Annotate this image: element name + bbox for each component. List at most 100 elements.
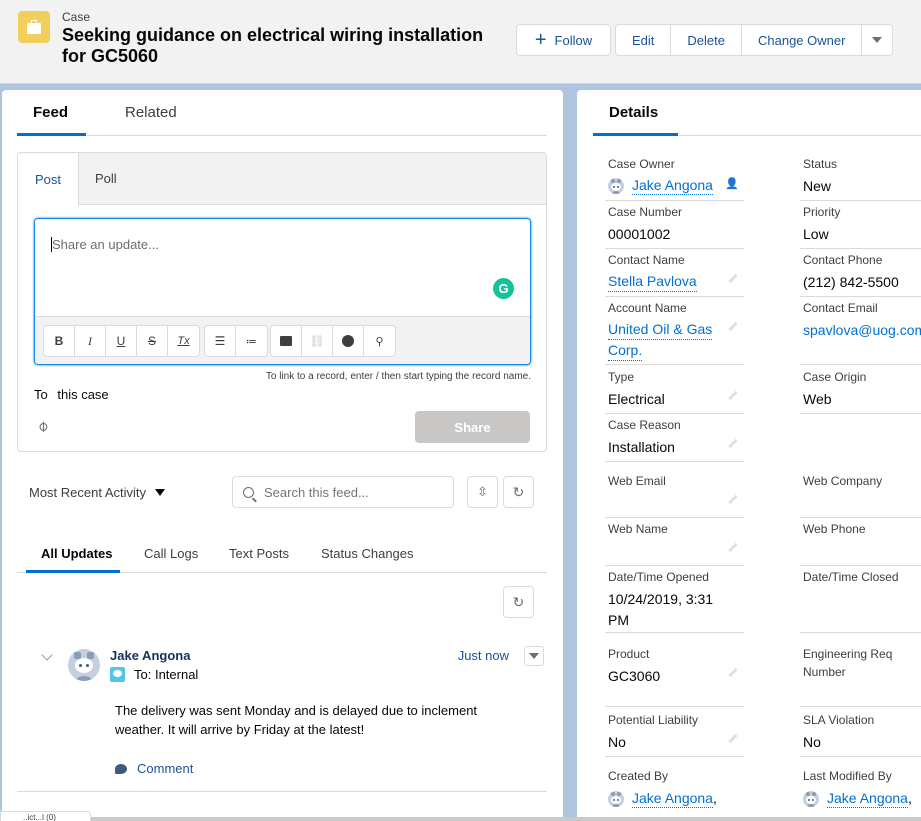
case-owner-link[interactable]: Jake Angona <box>632 176 713 195</box>
field-web-name: Web Name <box>605 522 744 566</box>
field-date-closed: Date/Time Closed <box>800 570 921 633</box>
emoji-icon <box>342 335 354 347</box>
insert-image-button[interactable] <box>271 326 302 356</box>
edit-pencil-icon[interactable] <box>728 273 738 284</box>
sort-dropdown[interactable]: Most Recent Activity <box>29 485 166 500</box>
utility-bar-tab[interactable]: ..ict...l (0) <box>0 811 91 821</box>
mention-button[interactable]: ⚲ <box>364 326 395 356</box>
dropdown-arrow-icon <box>155 489 166 496</box>
post-editor[interactable]: Share an update... G B I U S Tx ☰ ≔ ⛓ ⚲ <box>34 218 531 365</box>
edit-pencil-icon[interactable] <box>728 438 738 449</box>
last-modified-by-value: Jake Angona , <box>803 788 912 809</box>
chevron-down-icon <box>872 37 883 43</box>
created-by-link[interactable]: Jake Angona <box>632 789 713 808</box>
field-label: Case Reason <box>608 418 681 432</box>
contact-name-link[interactable]: Stella Pavlova <box>608 272 697 292</box>
field-label: Web Name <box>608 522 668 536</box>
field-value: Web <box>803 391 832 407</box>
plus-icon: + <box>534 29 547 51</box>
bold-button[interactable]: B <box>44 326 75 356</box>
account-name-link-cont[interactable]: Corp. <box>608 341 643 361</box>
field-label: Web Phone <box>803 522 866 536</box>
feed-filter-tabs: All Updates Call Logs Text Posts Status … <box>17 540 547 573</box>
more-actions-button[interactable] <box>862 25 892 55</box>
edit-pencil-icon[interactable] <box>728 321 738 332</box>
edit-button[interactable]: Edit <box>616 25 672 55</box>
field-label: Case Origin <box>803 370 867 384</box>
tab-all-updates[interactable]: All Updates <box>41 546 113 561</box>
tab-details[interactable]: Details <box>609 104 658 121</box>
numbered-list-button[interactable]: ≔ <box>236 326 267 356</box>
italic-button[interactable]: I <box>75 326 106 356</box>
to-value: this case <box>57 387 109 402</box>
field-contact-email: Contact Email spavlova@uog.com <box>800 301 921 365</box>
tab-call-logs[interactable]: Call Logs <box>144 546 198 561</box>
field-value: 10/24/2019, 3:31 <box>608 591 714 607</box>
field-case-reason: Case Reason Installation <box>605 418 744 462</box>
field-label: Created By <box>608 769 669 783</box>
follow-label: Follow <box>554 32 593 48</box>
field-case-number: Case Number 00001002 <box>605 205 744 249</box>
attach-file-icon[interactable]: ⌀ <box>33 416 52 435</box>
field-label: Web Company <box>803 474 883 488</box>
post-author[interactable]: Jake Angona <box>110 648 190 663</box>
follow-button[interactable]: + Follow <box>516 24 611 56</box>
avatar <box>803 790 819 807</box>
feed-search[interactable] <box>232 476 454 508</box>
collapse-chevron-icon[interactable] <box>41 649 53 661</box>
comment-icon <box>115 763 127 774</box>
field-value-cont: PM <box>608 612 629 628</box>
change-owner-icon[interactable]: 👤 <box>725 177 739 190</box>
tab-poll[interactable]: Poll <box>95 171 117 186</box>
post-input[interactable]: Share an update... G <box>35 219 530 316</box>
tab-text-posts[interactable]: Text Posts <box>229 546 289 561</box>
strikethrough-button[interactable]: S <box>137 326 168 356</box>
change-owner-button[interactable]: Change Owner <box>742 25 863 55</box>
account-name-link[interactable]: United Oil & Gas <box>608 320 713 340</box>
post-timestamp[interactable]: Just now <box>458 648 509 663</box>
field-last-modified-by: Last Modified By Jake Angona , <box>800 769 921 821</box>
edit-pencil-icon[interactable] <box>728 733 738 744</box>
post-actions-menu[interactable] <box>524 646 544 666</box>
horizontal-scrollbar[interactable] <box>0 817 921 821</box>
edit-pencil-icon[interactable] <box>728 542 738 553</box>
underline-button[interactable]: U <box>106 326 137 356</box>
delete-button[interactable]: Delete <box>671 25 742 55</box>
edit-pencil-icon[interactable] <box>728 494 738 505</box>
tab-related[interactable]: Related <box>125 104 177 121</box>
record-header: Case Seeking guidance on electrical wiri… <box>0 0 921 84</box>
share-button[interactable]: Share <box>415 411 530 443</box>
field-label: Engineering Req <box>803 647 893 661</box>
tab-status-changes[interactable]: Status Changes <box>321 546 414 561</box>
field-label: Date/Time Opened <box>608 570 709 584</box>
avatar[interactable] <box>68 649 100 681</box>
action-button-group: Edit Delete Change Owner <box>615 24 894 56</box>
clear-formatting-button[interactable]: Tx <box>168 326 199 356</box>
insert-link-button[interactable]: ⛓ <box>302 326 333 356</box>
refresh-feed-button[interactable]: ↻ <box>503 476 534 508</box>
post-recipient: To this case <box>34 387 109 402</box>
field-value: (212) 842-5500 <box>803 274 899 290</box>
tab-post[interactable]: Post <box>18 153 79 206</box>
bulleted-list-button[interactable]: ☰ <box>205 326 236 356</box>
emoji-button[interactable] <box>333 326 364 356</box>
image-icon <box>280 336 292 346</box>
contact-email-link[interactable]: spavlova@uog.com <box>803 320 921 341</box>
comment-button[interactable]: Comment <box>115 761 193 776</box>
refresh-items-button[interactable]: ↻ <box>503 586 534 618</box>
search-icon <box>243 486 254 498</box>
edit-pencil-icon[interactable] <box>728 667 738 678</box>
field-date-opened: Date/Time Opened 10/24/2019, 3:31 PM <box>605 570 744 633</box>
field-label: SLA Violation <box>803 713 875 727</box>
post-visibility: To: Internal <box>110 667 198 682</box>
tab-feed[interactable]: Feed <box>33 104 68 121</box>
edit-pencil-icon[interactable] <box>728 390 738 401</box>
field-web-email: Web Email <box>605 474 744 518</box>
active-tab-indicator <box>17 133 86 136</box>
record-title: Seeking guidance on electrical wiring in… <box>62 25 484 66</box>
grammarly-icon[interactable]: G <box>493 278 514 299</box>
last-modified-by-link[interactable]: Jake Angona <box>827 789 908 808</box>
feed-search-input[interactable] <box>264 484 444 500</box>
collapse-expand-button[interactable]: ⇳ <box>467 476 498 508</box>
chevron-down-icon <box>529 653 539 659</box>
